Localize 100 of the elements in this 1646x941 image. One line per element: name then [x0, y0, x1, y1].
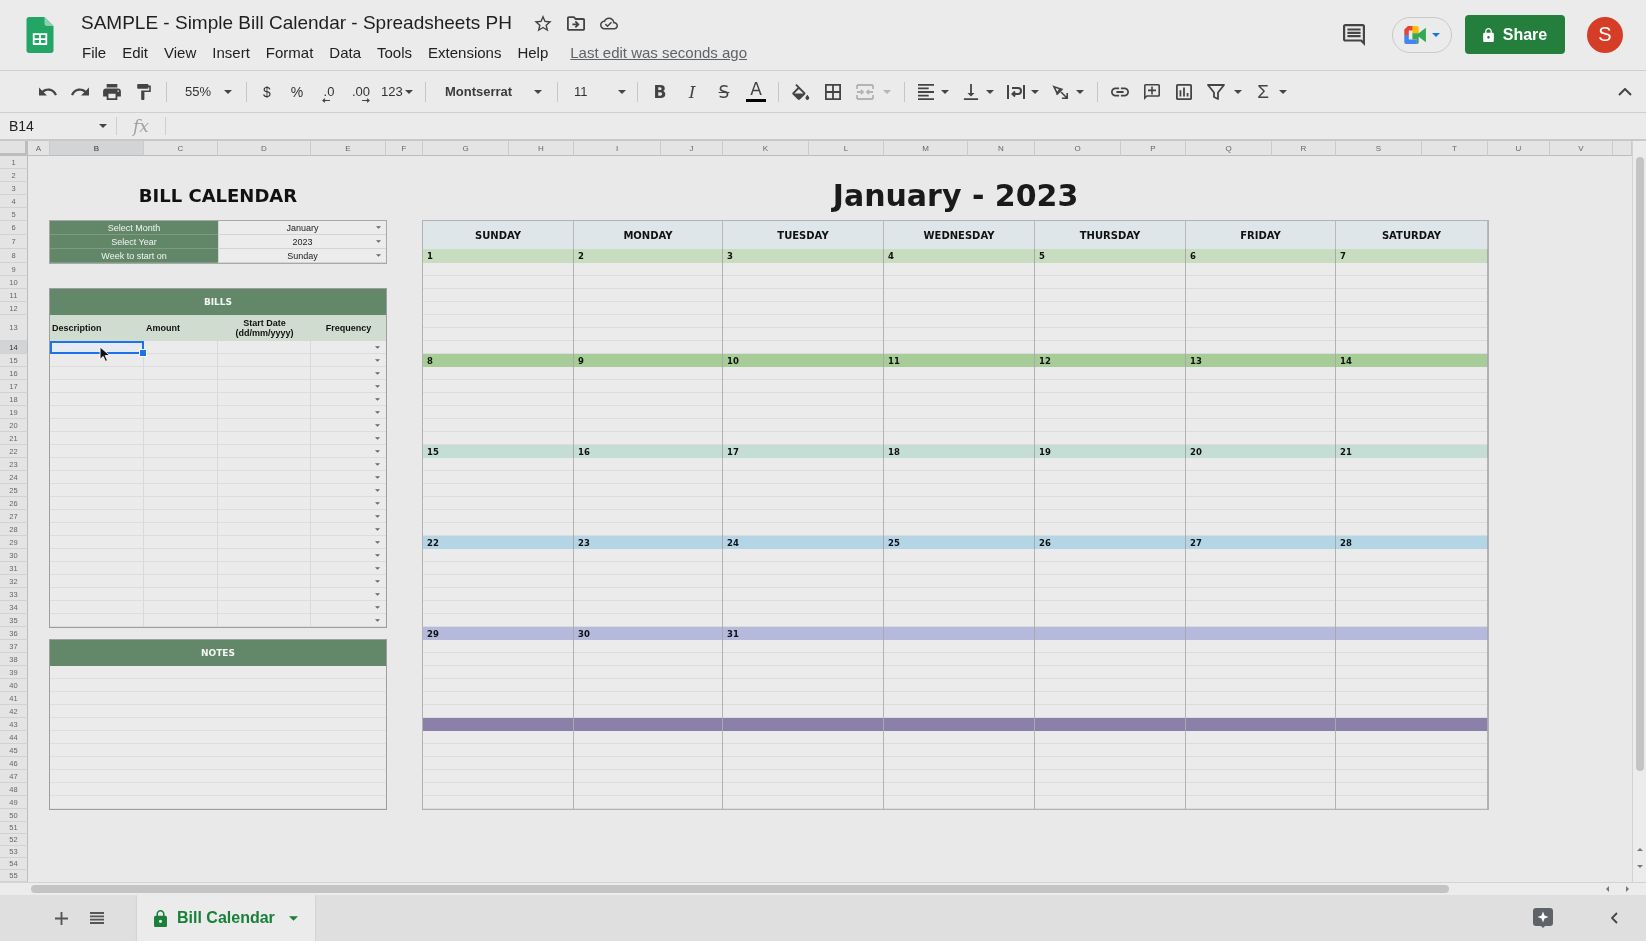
day-cell[interactable] — [1186, 549, 1336, 627]
plus-icon[interactable] — [55, 911, 68, 925]
day-cell[interactable] — [1336, 458, 1488, 536]
setting-dropdown[interactable]: 2023 — [218, 235, 386, 249]
scrollbar-thumb[interactable] — [1635, 157, 1644, 771]
star-icon[interactable] — [533, 14, 552, 32]
dropdown-arrow-icon[interactable] — [375, 527, 380, 531]
menu-item[interactable]: Extensions — [420, 42, 510, 62]
column-header[interactable]: N — [968, 141, 1035, 156]
vertical-scrollbar[interactable] — [1632, 141, 1646, 882]
column-header[interactable]: B — [50, 141, 144, 156]
menu-item[interactable]: View — [156, 42, 205, 62]
column-header[interactable]: E — [311, 141, 386, 156]
dropdown-arrow-icon[interactable] — [376, 226, 381, 229]
dropdown-arrow-icon[interactable] — [376, 254, 381, 257]
functions-button[interactable]: Σ — [1249, 79, 1277, 104]
folder-icon[interactable] — [566, 14, 585, 32]
fill-handle[interactable] — [139, 349, 147, 357]
day-cell[interactable] — [884, 731, 1035, 809]
print-icon[interactable] — [103, 83, 121, 100]
right-arrow-icon[interactable] — [1626, 886, 1629, 892]
dropdown-arrow-icon[interactable] — [375, 475, 380, 479]
menu-item[interactable]: Data — [321, 42, 369, 62]
spreadsheet-logo-icon[interactable] — [25, 17, 55, 53]
column-header[interactable]: Q — [1186, 141, 1272, 156]
currency-format-button[interactable]: $ — [253, 79, 281, 104]
dropdown-arrow-icon[interactable] — [375, 618, 380, 622]
day-cell[interactable] — [574, 367, 723, 445]
text-color-button[interactable]: A — [740, 79, 772, 104]
dropdown-arrow-icon[interactable] — [375, 553, 380, 557]
day-cell[interactable] — [1035, 458, 1186, 536]
dropdown-arrow-icon[interactable] — [375, 449, 380, 453]
column-header[interactable]: V — [1550, 141, 1613, 156]
day-cell[interactable] — [1336, 731, 1488, 809]
column-header[interactable]: D — [218, 141, 311, 156]
chevron-left-icon[interactable] — [1611, 912, 1618, 924]
day-cell[interactable] — [1035, 731, 1186, 809]
dropdown-arrow-icon[interactable] — [375, 410, 380, 414]
dropdown-arrow-icon[interactable] — [375, 358, 380, 362]
day-cell[interactable] — [423, 549, 574, 627]
column-header[interactable]: M — [884, 141, 968, 156]
bold-button[interactable]: B — [644, 79, 676, 104]
column-header[interactable]: U — [1488, 141, 1550, 156]
day-cell[interactable] — [1336, 263, 1488, 354]
dropdown-arrow-icon[interactable] — [375, 436, 380, 440]
column-header[interactable]: J — [661, 141, 723, 156]
add-comment-icon[interactable] — [1143, 83, 1161, 100]
left-arrow-icon[interactable] — [1606, 886, 1609, 892]
caret-icon[interactable] — [1076, 89, 1084, 94]
day-cell[interactable] — [884, 549, 1035, 627]
day-cell[interactable] — [1186, 731, 1336, 809]
setting-dropdown[interactable]: Sunday — [218, 249, 386, 263]
last-edit-link[interactable]: Last edit was seconds ago — [570, 43, 748, 61]
dropdown-arrow-icon[interactable] — [375, 397, 380, 401]
menu-item[interactable]: Insert — [204, 42, 258, 62]
dropdown-arrow-icon[interactable] — [375, 501, 380, 505]
chart-icon[interactable] — [1175, 83, 1193, 100]
menu-item[interactable]: Edit — [114, 42, 157, 62]
column-header[interactable]: I — [574, 141, 661, 156]
column-header[interactable]: O — [1035, 141, 1121, 156]
caret-icon[interactable] — [941, 89, 949, 94]
dropdown-arrow-icon[interactable] — [375, 592, 380, 596]
column-header[interactable]: S — [1336, 141, 1422, 156]
dropdown-arrow-icon[interactable] — [375, 462, 380, 466]
day-cell[interactable] — [423, 263, 574, 354]
menu-item[interactable]: Help — [509, 42, 557, 62]
paint-roller-icon[interactable] — [135, 83, 153, 100]
day-cell[interactable] — [723, 731, 884, 809]
day-cell[interactable] — [723, 263, 884, 354]
dropdown-arrow-icon[interactable] — [375, 605, 380, 609]
day-cell[interactable] — [723, 640, 884, 718]
setting-dropdown[interactable]: January — [218, 221, 386, 235]
day-cell[interactable] — [1186, 263, 1336, 354]
select-all-corner[interactable] — [0, 141, 28, 156]
filter-icon[interactable] — [1207, 83, 1225, 100]
italic-button[interactable]: I — [676, 79, 708, 104]
horizontal-scrollbar[interactable] — [0, 882, 1646, 895]
strikethrough-button[interactable]: S — [708, 79, 740, 104]
number-format-dropdown[interactable]: 123 — [377, 79, 419, 104]
day-cell[interactable] — [1035, 549, 1186, 627]
comment-icon[interactable] — [1343, 23, 1365, 46]
dropdown-arrow-icon[interactable] — [375, 579, 380, 583]
text-rotate-icon[interactable] — [1052, 83, 1070, 100]
day-cell[interactable] — [1035, 640, 1186, 718]
day-cell[interactable] — [723, 367, 884, 445]
day-cell[interactable] — [423, 458, 574, 536]
list-icon[interactable] — [90, 912, 104, 924]
day-cell[interactable] — [574, 549, 723, 627]
borders-icon[interactable] — [824, 83, 842, 100]
day-cell[interactable] — [1186, 640, 1336, 718]
increase-decimal-button[interactable]: .00 — [345, 79, 377, 104]
day-cell[interactable] — [1186, 367, 1336, 445]
day-cell[interactable] — [1035, 367, 1186, 445]
caret-icon[interactable] — [1234, 89, 1242, 94]
align-bottom-icon[interactable] — [962, 83, 980, 100]
paint-bucket-icon[interactable] — [792, 83, 810, 100]
column-header[interactable]: G — [423, 141, 509, 156]
chevron-up-icon[interactable] — [1618, 87, 1632, 96]
font-dropdown[interactable]: Montserrat — [432, 79, 551, 104]
caret-icon[interactable] — [1031, 89, 1039, 94]
